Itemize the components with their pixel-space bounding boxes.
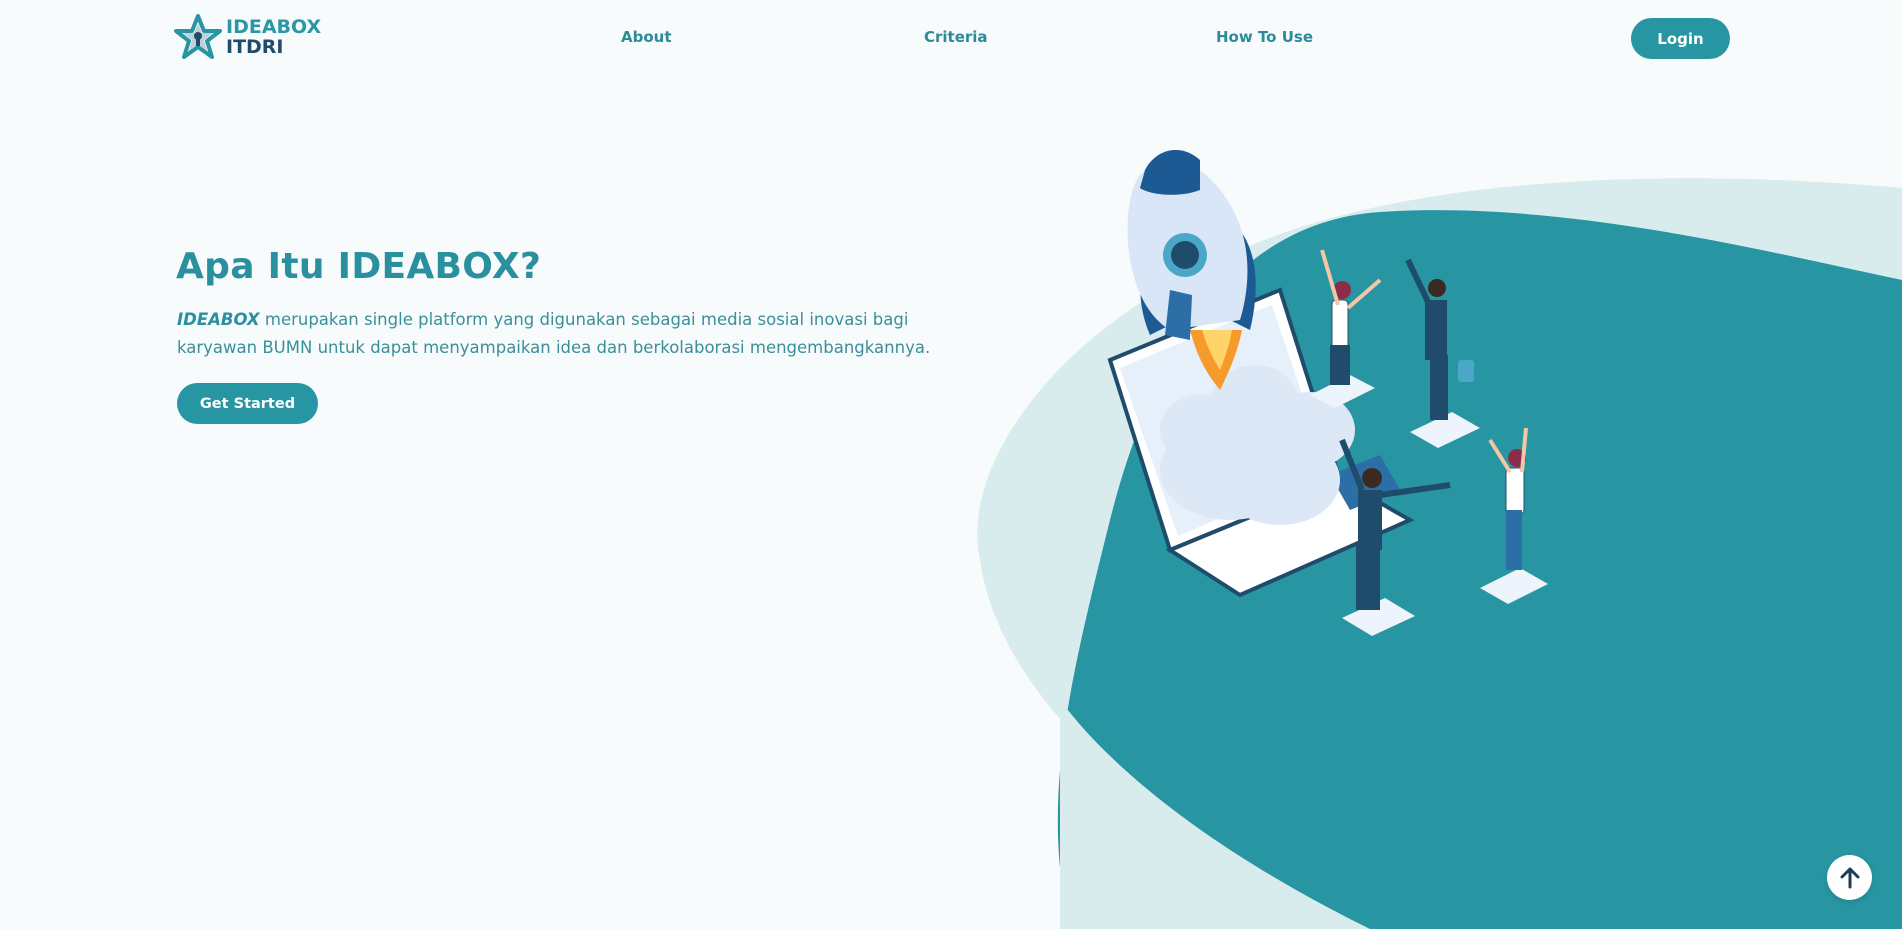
arrow-up-icon [1840,867,1859,888]
nav-link-about[interactable]: About [621,28,672,46]
hero-background-shape [977,178,1902,929]
get-started-button[interactable]: Get Started [177,383,318,424]
hero-description-text: merupakan single platform yang digunakan… [177,310,931,357]
nav-link-how-to-use[interactable]: How To Use [1216,28,1313,46]
top-navbar: IDEABOX ITDRI About Criteria How To Use … [0,0,1902,78]
hero-description: IDEABOX merupakan single platform yang d… [177,306,957,362]
login-button[interactable]: Login [1631,18,1730,59]
brand-name-line1: IDEABOX [226,16,322,38]
scroll-to-top-button[interactable] [1827,855,1872,900]
nav-link-criteria[interactable]: Criteria [924,28,988,46]
brand-logo[interactable]: IDEABOX ITDRI [174,14,321,60]
rocket-launch-team-illustration [1107,150,1548,636]
brand-name-line2: ITDRI [226,36,284,58]
hero-title: Apa Itu IDEABOX? [176,246,542,287]
brand-name: IDEABOX ITDRI [226,17,321,57]
team-people-illustration [1310,249,1548,636]
star-icon [174,14,222,59]
hero-brand-word: IDEABOX [177,310,260,329]
rocket-illustration [1127,150,1256,340]
